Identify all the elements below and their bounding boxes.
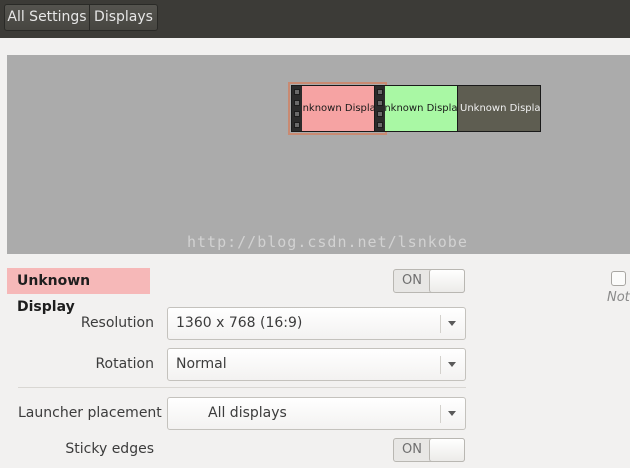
launcher-placement-value: All displays (208, 405, 287, 421)
monitor-label: Unknown Display (460, 103, 541, 114)
chevron-down-icon (448, 411, 456, 416)
switch-knob[interactable] (429, 269, 465, 293)
launcher-placement-label: Launcher placement (18, 405, 162, 421)
monitor-2[interactable]: Unknown Display (374, 85, 458, 132)
section-divider (18, 387, 466, 388)
display-arrangement-canvas[interactable]: Unknown Display Unknown Display Unknown … (7, 55, 630, 254)
switch-knob[interactable] (429, 438, 465, 462)
monitor-label: Unknown Display (377, 103, 458, 114)
side-note-text: Not (607, 290, 630, 305)
displays-breadcrumb-button[interactable]: Displays (90, 4, 158, 31)
selected-display-name: Unknown Display (7, 268, 150, 315)
sticky-edges-label: Sticky edges (65, 441, 154, 457)
display-on-switch[interactable]: ON (393, 269, 465, 293)
side-checkbox[interactable] (611, 271, 626, 286)
resolution-label: Resolution (80, 315, 154, 331)
launcher-strip-icon (375, 86, 385, 131)
resolution-value: 1360 x 768 (16:9) (176, 315, 303, 331)
monitor-label: Unknown Display (295, 103, 382, 114)
chevron-down-icon (448, 321, 456, 326)
switch-on-label: ON (402, 273, 422, 288)
rotation-label: Rotation (95, 356, 154, 372)
monitor-1[interactable]: Unknown Display (288, 82, 387, 135)
rotation-dropdown[interactable]: Normal (167, 348, 466, 381)
watermark-text: http://blog.csdn.net/lsnkobe (187, 233, 468, 251)
dropdown-separator (440, 356, 441, 374)
dropdown-separator (440, 315, 441, 333)
header-bar: All Settings Displays (0, 0, 630, 38)
sticky-edges-switch[interactable]: ON (393, 438, 465, 462)
dropdown-separator (440, 405, 441, 423)
rotation-value: Normal (176, 356, 227, 372)
launcher-placement-dropdown[interactable]: All displays (167, 397, 466, 430)
resolution-dropdown[interactable]: 1360 x 768 (16:9) (167, 307, 466, 340)
chevron-down-icon (448, 362, 456, 367)
all-settings-button[interactable]: All Settings (4, 4, 90, 31)
monitor-3[interactable]: Unknown Display (457, 85, 541, 132)
switch-on-label: ON (402, 442, 422, 457)
launcher-strip-icon (292, 86, 302, 131)
